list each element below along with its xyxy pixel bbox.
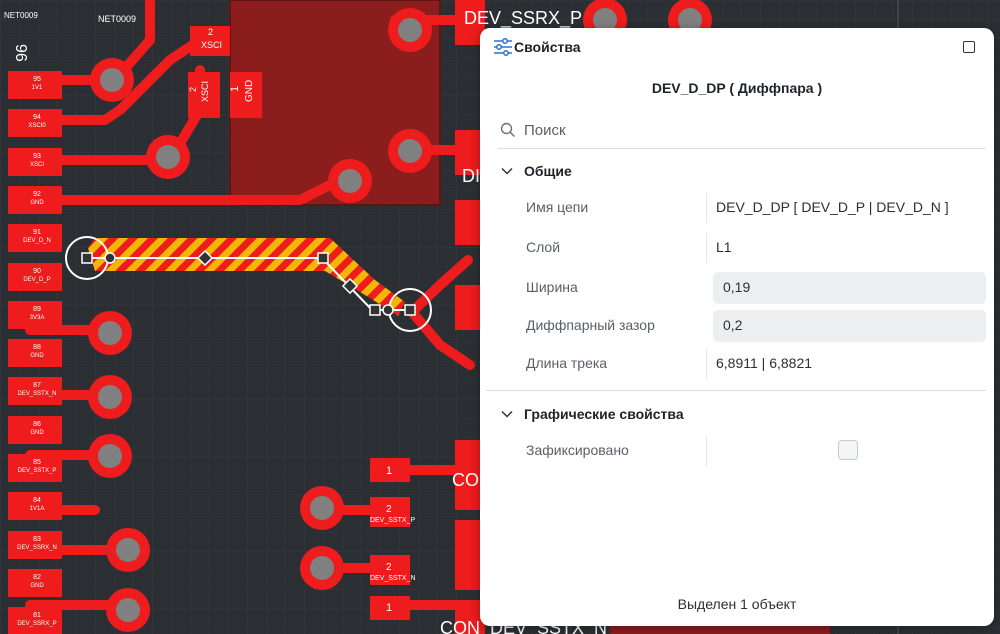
vert-xsci-net: XSCI	[200, 81, 210, 102]
panel-header: Свойства	[480, 28, 994, 66]
net-label-top-left: NET0009	[4, 11, 38, 20]
edge-pad-net: DEV_SSRX_P	[17, 621, 56, 627]
prop-label: Слой	[526, 239, 561, 255]
edge-pad-number: 91	[33, 229, 41, 236]
vert-gnd-num: 1	[229, 86, 241, 92]
edge-pad-net: GND	[30, 430, 44, 436]
diff-gap-value: 0,2	[723, 317, 743, 333]
edge-pad-number: 82	[33, 574, 41, 581]
width-value: 0,19	[723, 279, 751, 295]
vert-gnd-net: GND	[244, 80, 255, 102]
edge-pad-number: 92	[33, 191, 41, 198]
edge-pad-net: XSCI	[30, 162, 44, 168]
prop-row-width: Ширина 0,19	[526, 271, 986, 305]
chevron-down-icon	[501, 167, 513, 175]
edge-pad-number: 87	[33, 382, 41, 389]
pin-big-label: 96	[12, 44, 29, 62]
prop-row-locked: Зафиксировано	[526, 434, 986, 468]
edge-pad-net: GND	[30, 583, 44, 589]
pad2b-num: 2	[386, 562, 392, 573]
edge-connector-pads: 95 1V1 94 XSCI0 93 XSCI 92 GND 91 DEV_D_N 90 DEV_D_…	[8, 71, 62, 634]
edge-pad-net: GND	[30, 200, 44, 206]
selection-status: Выделен 1 объект	[677, 596, 797, 612]
pad1b-label: 1	[386, 602, 392, 614]
chevron-down-icon	[501, 410, 513, 418]
pad2b-net: DEV_SSTX_N	[370, 575, 416, 582]
maximize-button[interactable]	[963, 41, 975, 53]
pad1a-label: 1	[386, 465, 392, 477]
section-graphics-header[interactable]: Графические свойства	[500, 406, 684, 422]
edge-pad-number: 89	[33, 306, 41, 313]
edge-pad-number: 85	[33, 459, 41, 466]
section-graphics-label: Графические свойства	[524, 406, 684, 422]
edge-pad-net: 1V1A	[30, 506, 45, 512]
sliders-icon	[494, 38, 512, 56]
mid-right-text: DI	[462, 166, 480, 186]
prop-value: L1	[716, 239, 732, 255]
edge-pad-number: 95	[33, 76, 41, 83]
edge-pad-net: DEV_D_N	[23, 238, 51, 244]
prop-label: Диффпарный зазор	[526, 317, 655, 333]
prop-label: Зафиксировано	[526, 442, 629, 458]
locked-checkbox[interactable]	[838, 440, 858, 460]
edge-pad-number: 81	[33, 612, 41, 619]
edge-pad-net: XSCI0	[28, 123, 46, 129]
edge-pad-number: 94	[33, 114, 41, 121]
edge-pad-number: 86	[33, 421, 41, 428]
edge-pad-net: DEV_D_P	[23, 277, 50, 283]
comp-xsci-net: XSCI	[201, 40, 222, 50]
edge-pad-net: DEV_SSTX_N	[17, 391, 56, 397]
prop-row-track-length: Длина трека 6,8911 | 6,8821	[526, 347, 986, 381]
edge-pad-net: DEV_SSRX_N	[17, 545, 57, 551]
search-input[interactable]	[524, 121, 924, 139]
object-title: DEV_D_DP ( Диффпара )	[651, 80, 823, 96]
prop-label: Ширина	[526, 279, 578, 295]
edge-pad-number: 90	[33, 268, 41, 275]
edge-pad-net: 1V1	[32, 85, 43, 91]
prop-value: 6,8911 | 6,8821	[716, 355, 813, 371]
prop-row-diff-gap: Диффпарный зазор 0,2	[526, 309, 986, 343]
prop-label: Имя цепи	[526, 199, 589, 215]
diff-gap-field[interactable]: 0,2	[713, 310, 986, 342]
vert-xsci-num: 2	[188, 87, 198, 92]
net-label-top: NET0009	[98, 14, 136, 24]
search-icon	[500, 122, 515, 137]
width-field[interactable]: 0,19	[713, 272, 986, 304]
edge-pad-net: 3V3A	[30, 315, 45, 321]
section-general-label: Общие	[524, 163, 572, 179]
prop-row-net-name: Имя цепи DEV_D_DP [ DEV_D_P | DEV_D_N ]	[526, 191, 986, 225]
search-row	[498, 112, 986, 149]
prop-row-layer: Слой L1	[526, 231, 986, 265]
edge-pad-number: 93	[33, 153, 41, 160]
edge-pad-number: 88	[33, 344, 41, 351]
prop-label: Длина трека	[526, 355, 608, 371]
top-right-text: DEV_SSRX_P	[464, 8, 582, 29]
properties-panel: Свойства DEV_D_DP ( Диффпара ) Общие Имя…	[480, 28, 994, 626]
pad2a-num: 2	[386, 504, 392, 515]
prop-value: DEV_D_DP [ DEV_D_P | DEV_D_N ]	[716, 199, 949, 215]
edge-pad-number: 83	[33, 536, 41, 543]
edge-pad-net: DEV_SSTX_P	[18, 468, 57, 474]
section-divider	[486, 390, 986, 391]
edge-pad-net: GND	[30, 353, 44, 359]
comp-xsci-num: 2	[208, 27, 213, 37]
edge-pad-number: 84	[33, 497, 41, 504]
pad2a-net: DEV_SSTX_P	[370, 517, 415, 524]
section-general-header[interactable]: Общие	[500, 163, 572, 179]
panel-title: Свойства	[514, 39, 581, 55]
